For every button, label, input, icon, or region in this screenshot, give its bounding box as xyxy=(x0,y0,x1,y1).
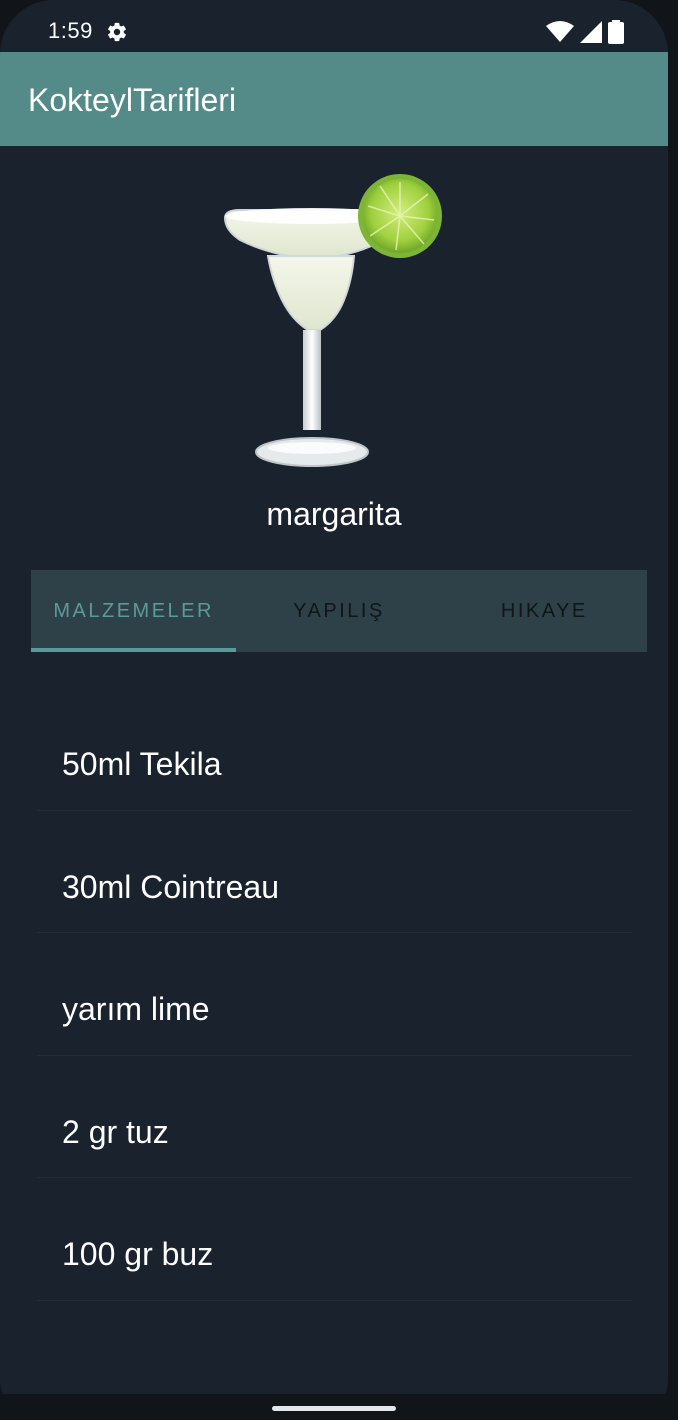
home-gesture-handle[interactable] xyxy=(272,1406,396,1411)
navigation-bar xyxy=(0,1394,668,1420)
app-title: KokteylTarifleri xyxy=(28,82,237,118)
battery-icon xyxy=(608,20,624,44)
ingredient-text: 2 gr tuz xyxy=(62,1113,169,1150)
ingredient-list: 50ml Tekila 30ml Cointreau yarım lime 2 … xyxy=(37,688,632,1301)
gear-icon xyxy=(108,22,126,42)
list-item[interactable]: yarım lime xyxy=(37,933,632,1056)
tab-hikaye[interactable]: HIKAYE xyxy=(442,570,647,652)
ingredient-text: 30ml Cointreau xyxy=(62,868,279,905)
list-item[interactable]: 50ml Tekila xyxy=(37,688,632,811)
app-bar: KokteylTarifleri xyxy=(0,52,668,146)
ingredient-text: 50ml Tekila xyxy=(62,746,222,782)
list-item[interactable]: 30ml Cointreau xyxy=(37,811,632,933)
ingredient-text: 100 gr buz xyxy=(62,1236,214,1272)
list-item[interactable]: 100 gr buz xyxy=(37,1178,632,1301)
status-time: 1:59 xyxy=(48,18,93,43)
margarita-image xyxy=(223,174,442,467)
drink-name: margarita xyxy=(266,496,402,532)
list-item[interactable]: 2 gr tuz xyxy=(37,1056,632,1178)
tab-malzemeler[interactable]: MALZEMELER xyxy=(31,570,237,652)
tab-bar: MALZEMELER YAPILIŞ HIKAYE xyxy=(31,570,647,652)
phone-screen: 1:59 KokteylTarifleri margarita MALZEMEL… xyxy=(0,0,668,1420)
wifi-icon xyxy=(546,21,574,42)
ingredient-text: yarım lime xyxy=(62,991,210,1027)
status-icons xyxy=(546,20,624,44)
signal-icon xyxy=(580,21,602,43)
status-bar: 1:59 xyxy=(0,0,668,52)
tab-yapilis[interactable]: YAPILIŞ xyxy=(236,570,441,652)
